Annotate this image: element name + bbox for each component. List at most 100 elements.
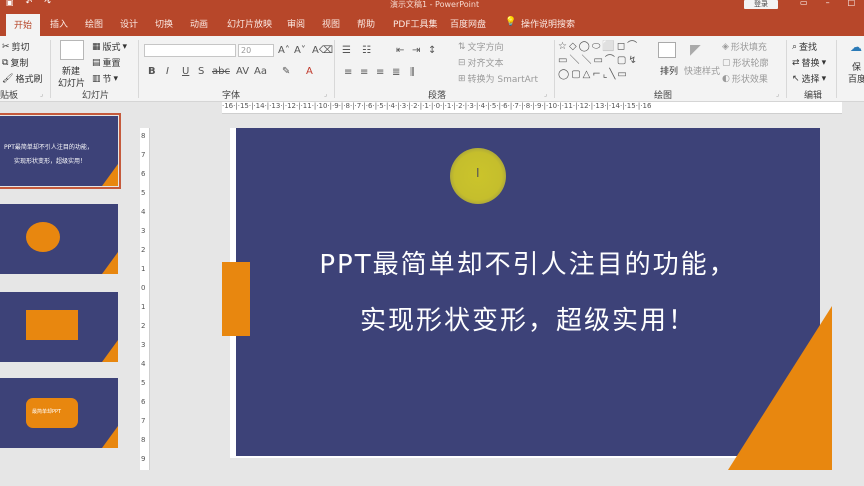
ribbon-display-icon[interactable]: ▭: [800, 0, 808, 7]
decrease-indent-icon[interactable]: ⇤: [396, 45, 404, 56]
new-slide-label-2[interactable]: 幻灯片: [58, 76, 85, 89]
horizontal-ruler[interactable]: ·16·|·15·|·14·|·13·|·12·|·11·|·10·|·9·|·…: [222, 102, 842, 114]
save-label-2[interactable]: 百度: [848, 72, 864, 85]
slide-thumbnail-4[interactable]: 最简单却PPT: [0, 378, 118, 448]
align-text-icon: ⊟: [458, 57, 466, 68]
undo-icon[interactable]: ↶: [26, 0, 33, 7]
quick-access-toolbar: ▣ ↶ ↷: [6, 0, 51, 7]
font-size-combo[interactable]: 20: [238, 44, 274, 57]
baidu-save-icon[interactable]: ☁: [850, 41, 862, 53]
columns-icon[interactable]: ⫼: [410, 67, 415, 78]
tab-transitions[interactable]: 切换: [155, 17, 173, 30]
highlight-icon[interactable]: ✎: [282, 66, 290, 77]
arrange-icon[interactable]: [658, 42, 676, 58]
tab-view[interactable]: 视图: [322, 17, 340, 30]
shape-outline-button[interactable]: ▢ 形状轮廓: [722, 56, 769, 70]
select-button[interactable]: ↖ 选择 ▾: [792, 72, 826, 86]
tab-draw[interactable]: 绘图: [85, 17, 103, 30]
new-slide-icon[interactable]: [60, 40, 84, 60]
reset-button[interactable]: ▤ 重置: [92, 56, 121, 70]
slide-title-line-1[interactable]: PPT最简单却不引人注目的功能，: [236, 244, 820, 281]
brush-icon: 🖌: [2, 73, 14, 84]
font-group-label: 字体: [222, 91, 241, 101]
tab-home[interactable]: 开始: [6, 14, 41, 36]
slide-thumbnail-3[interactable]: [0, 292, 118, 362]
section-button[interactable]: ▥ 节 ▾: [92, 72, 119, 86]
tell-me-search[interactable]: 操作说明搜索: [521, 17, 575, 30]
cut-button[interactable]: ✂ 剪切: [2, 40, 30, 54]
login-button[interactable]: 登录: [744, 0, 778, 9]
numbering-icon[interactable]: ☷: [362, 45, 371, 56]
search-icon: ⌕: [792, 41, 798, 52]
text-direction-button[interactable]: ⇅ 文字方向: [458, 40, 504, 54]
left-orange-tab-shape[interactable]: [222, 262, 250, 336]
slide-thumbnail-pane: PPT最简单却不引人注目的功能， 实现形状变形，超级实用！ 最简单却PPT: [0, 102, 138, 486]
tab-baidu-netdisk[interactable]: 百度网盘: [450, 17, 486, 30]
slides-group-label: 幻灯片: [82, 91, 110, 101]
slide-thumbnail-2[interactable]: [0, 204, 118, 274]
thumbnail-corner-shape: [102, 340, 118, 362]
separator: [836, 40, 837, 98]
dialog-launcher-icon[interactable]: ⌟: [324, 89, 327, 100]
dialog-launcher-icon[interactable]: ⌟: [40, 89, 43, 100]
font-color-icon[interactable]: A: [306, 66, 313, 77]
shapes-gallery[interactable]: ☆◇◯⬭⬜◻⌒ ▭＼＼▭⌒▢↯ ◯▢△⌐⌞╲▭: [558, 40, 646, 84]
minimize-icon[interactable]: –: [826, 0, 830, 7]
smartart-button[interactable]: ⊞ 转换为 SmartArt: [458, 72, 538, 86]
separator: [138, 40, 139, 98]
clipboard-group-label: 贴板: [0, 91, 19, 101]
fill-icon: ◈: [722, 41, 729, 52]
maximize-icon[interactable]: □: [848, 0, 856, 7]
grow-font-icon[interactable]: A˄: [278, 45, 290, 56]
bold-icon[interactable]: B: [148, 66, 156, 77]
replace-button[interactable]: ⇄ 替换 ▾: [792, 56, 826, 70]
tab-pdf-tools[interactable]: PDF工具集: [393, 17, 438, 30]
dialog-launcher-icon[interactable]: ⌟: [544, 89, 547, 100]
separator: [50, 40, 51, 98]
underline-icon[interactable]: U: [182, 66, 189, 77]
align-right-icon[interactable]: ≡: [376, 67, 384, 78]
drawing-group-label: 绘图: [654, 91, 673, 101]
shrink-font-icon[interactable]: A˅: [294, 45, 306, 56]
tab-review[interactable]: 审阅: [287, 17, 305, 30]
increase-indent-icon[interactable]: ⇥: [412, 45, 420, 56]
dialog-launcher-icon[interactable]: ⌟: [776, 89, 779, 100]
quick-styles-button[interactable]: 快速样式: [684, 64, 720, 77]
format-painter-button[interactable]: 🖌 格式刷: [2, 72, 42, 86]
chevron-down-icon: ▾: [113, 73, 119, 84]
tab-animations[interactable]: 动画: [190, 17, 208, 30]
change-case-icon[interactable]: Aa: [254, 66, 267, 77]
tab-insert[interactable]: 插入: [50, 17, 68, 30]
layout-button[interactable]: ▦ 版式 ▾: [92, 40, 127, 54]
shadow-icon[interactable]: S: [198, 66, 204, 77]
tab-slideshow[interactable]: 幻灯片放映: [227, 17, 272, 30]
strikethrough-icon[interactable]: abc: [212, 66, 230, 77]
copy-button[interactable]: ⧉ 复制: [2, 56, 28, 70]
bullets-icon[interactable]: ☰: [342, 45, 351, 56]
slide-thumbnail-1[interactable]: PPT最简单却不引人注目的功能， 实现形状变形，超级实用！: [0, 113, 121, 189]
align-center-icon[interactable]: ≡: [360, 67, 368, 78]
vertical-ruler[interactable]: 8 7 6 5 4 3 2 1 0 1 2 3 4 5 6 7 8 9: [140, 128, 150, 470]
text-cursor-icon: I: [476, 166, 480, 180]
quick-styles-icon[interactable]: ◤: [690, 42, 708, 58]
arrange-button[interactable]: 排列: [660, 64, 678, 77]
shape-fill-button[interactable]: ◈ 形状填充: [722, 40, 767, 54]
title-bar: ▣ ↶ ↷ 演示文稿1 - PowerPoint 登录 ▭ – □: [0, 0, 864, 10]
align-text-button[interactable]: ⊟ 对齐文本: [458, 56, 504, 70]
italic-icon[interactable]: I: [166, 66, 169, 77]
tab-design[interactable]: 设计: [120, 17, 138, 30]
align-left-icon[interactable]: ≡: [344, 67, 352, 78]
char-spacing-icon[interactable]: AV: [236, 66, 249, 77]
thumbnail-rounded-rect-shape: 最简单却PPT: [26, 398, 78, 428]
redo-icon[interactable]: ↷: [44, 0, 51, 7]
cursor-highlight: I: [450, 148, 506, 204]
orange-corner-shape[interactable]: [728, 306, 832, 470]
tab-help[interactable]: 帮助: [357, 17, 375, 30]
shape-effects-button[interactable]: ◐ 形状效果: [722, 72, 768, 86]
justify-icon[interactable]: ≣: [392, 67, 400, 78]
font-name-combo[interactable]: [144, 44, 236, 57]
clear-format-icon[interactable]: A⌫: [312, 45, 333, 56]
line-spacing-icon[interactable]: ↕: [428, 45, 436, 56]
save-icon[interactable]: ▣: [6, 0, 14, 7]
find-button[interactable]: ⌕ 查找: [792, 40, 817, 54]
